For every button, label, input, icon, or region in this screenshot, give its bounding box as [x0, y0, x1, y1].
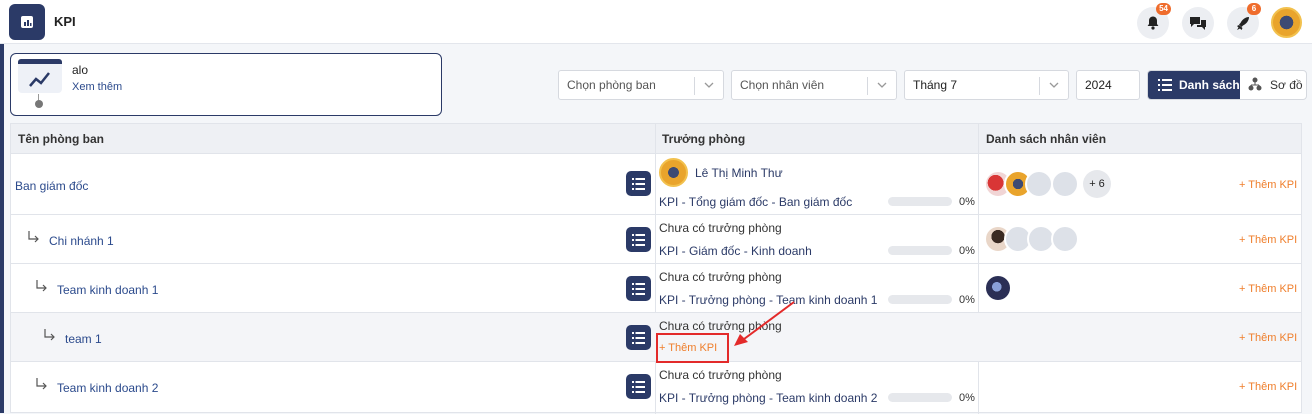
more-employees-count[interactable]: + 6 [1083, 170, 1111, 198]
org-chart-icon [1248, 77, 1262, 91]
kpi-progress-text: 0% [959, 196, 975, 208]
month-select[interactable]: Tháng 7 [904, 70, 1069, 100]
department-select-placeholder: Chọn phòng ban [567, 78, 656, 92]
manager-name: Lê Thị Minh Thư [695, 166, 783, 180]
notification-count-badge: 54 [1156, 3, 1171, 15]
list-view-label: Danh sách [1179, 78, 1240, 92]
table-row [11, 362, 1301, 414]
list-button[interactable] [626, 227, 651, 252]
chart-icon [18, 59, 62, 93]
card-title: alo [72, 63, 89, 77]
list-button[interactable] [626, 374, 651, 399]
list-icon [632, 331, 645, 344]
child-arrow-icon [44, 329, 55, 341]
rocket-icon [1237, 17, 1249, 30]
annotation-arrow-icon [734, 301, 795, 346]
list-button[interactable] [626, 171, 651, 196]
employee-avatar [984, 274, 1012, 302]
org-chart-view-button[interactable]: Sơ đồ [1240, 71, 1306, 99]
kpi-link[interactable]: KPI - Tổng giám đốc - Ban giám đốc [659, 195, 852, 209]
chevron-down-icon [877, 82, 887, 88]
kpi-link[interactable]: KPI - Trưởng phòng - Team kinh doanh 2 [659, 391, 877, 405]
dept-name[interactable]: Team kinh doanh 1 [57, 283, 158, 297]
manager-name: Chưa có trưởng phòng [659, 270, 782, 284]
list-icon [632, 177, 645, 190]
rocket-count-badge: 6 [1247, 3, 1261, 15]
list-icon [632, 380, 645, 393]
list-icon [1158, 79, 1172, 91]
org-chart-view-label: Sơ đồ [1270, 78, 1303, 92]
column-manager: Trưởng phòng [662, 132, 746, 146]
add-kpi-link[interactable]: + Thêm KPI [1239, 179, 1297, 191]
kpi-app-icon[interactable] [9, 4, 45, 40]
year-input[interactable]: 2024 [1076, 70, 1140, 100]
kpi-progress-bar [888, 393, 952, 402]
add-kpi-link[interactable]: + Thêm KPI [1239, 332, 1297, 344]
dept-name[interactable]: Chi nhánh 1 [49, 234, 114, 248]
employee-select[interactable]: Chọn nhân viên [731, 70, 897, 100]
kpi-progress-bar [888, 295, 952, 304]
chevron-down-icon [1049, 82, 1059, 88]
bell-icon [1147, 16, 1159, 30]
table-header: Tên phòng ban Trưởng phòng Danh sách nhâ… [11, 124, 1301, 154]
dept-name[interactable]: Team kinh doanh 2 [57, 381, 158, 395]
kpi-summary-card[interactable]: alo Xem thêm [10, 53, 442, 116]
view-toggle: Danh sách Sơ đồ [1147, 70, 1307, 100]
employee-avatar [1025, 170, 1053, 198]
dept-name[interactable]: Ban giám đốc [15, 179, 88, 193]
child-arrow-icon [36, 280, 47, 292]
user-avatar[interactable] [1271, 7, 1302, 38]
kpi-progress-bar [888, 246, 952, 255]
department-select[interactable]: Chọn phòng ban [558, 70, 724, 100]
child-arrow-icon [28, 231, 39, 243]
manager-avatar [659, 158, 688, 187]
employee-avatar [1051, 170, 1079, 198]
table-row [11, 264, 1301, 313]
dept-name[interactable]: team 1 [65, 332, 102, 346]
notifications-button[interactable]: 54 [1137, 3, 1171, 39]
child-arrow-icon [36, 378, 47, 390]
add-kpi-link[interactable]: + Thêm KPI [1239, 381, 1297, 393]
employee-avatar [1051, 225, 1079, 253]
manager-name: Chưa có trưởng phòng [659, 368, 782, 382]
department-table: Tên phòng ban Trưởng phòng Danh sách nhâ… [10, 123, 1302, 414]
highlight-box [656, 333, 729, 363]
left-accent-strip [0, 0, 4, 413]
kpi-progress-text: 0% [959, 245, 975, 257]
add-kpi-link[interactable]: + Thêm KPI [1239, 234, 1297, 246]
list-icon [632, 233, 645, 246]
kpi-progress-bar [888, 197, 952, 206]
rocket-button[interactable]: 6 [1227, 3, 1261, 39]
column-department: Tên phòng ban [18, 132, 104, 146]
month-select-value: Tháng 7 [913, 78, 958, 92]
list-button[interactable] [626, 276, 651, 301]
kpi-progress-text: 0% [959, 392, 975, 404]
chevron-down-icon [704, 82, 714, 88]
list-view-button[interactable]: Danh sách [1148, 71, 1240, 99]
add-kpi-link[interactable]: + Thêm KPI [1239, 283, 1297, 295]
kpi-link[interactable]: KPI - Giám đốc - Kinh doanh [659, 244, 812, 258]
manager-name: Chưa có trưởng phòng [659, 221, 782, 235]
employee-select-placeholder: Chọn nhân viên [740, 78, 825, 92]
list-button[interactable] [626, 325, 651, 350]
table-row [11, 215, 1301, 264]
column-employees: Danh sách nhân viên [986, 132, 1107, 146]
chat-icon [1190, 17, 1206, 30]
chat-button[interactable] [1182, 7, 1214, 39]
list-icon [632, 282, 645, 295]
kpi-progress-text: 0% [959, 294, 975, 306]
app-title: KPI [54, 14, 76, 29]
see-more-link[interactable]: Xem thêm [72, 81, 122, 93]
top-bar: KPI 54 6 [0, 0, 1312, 44]
